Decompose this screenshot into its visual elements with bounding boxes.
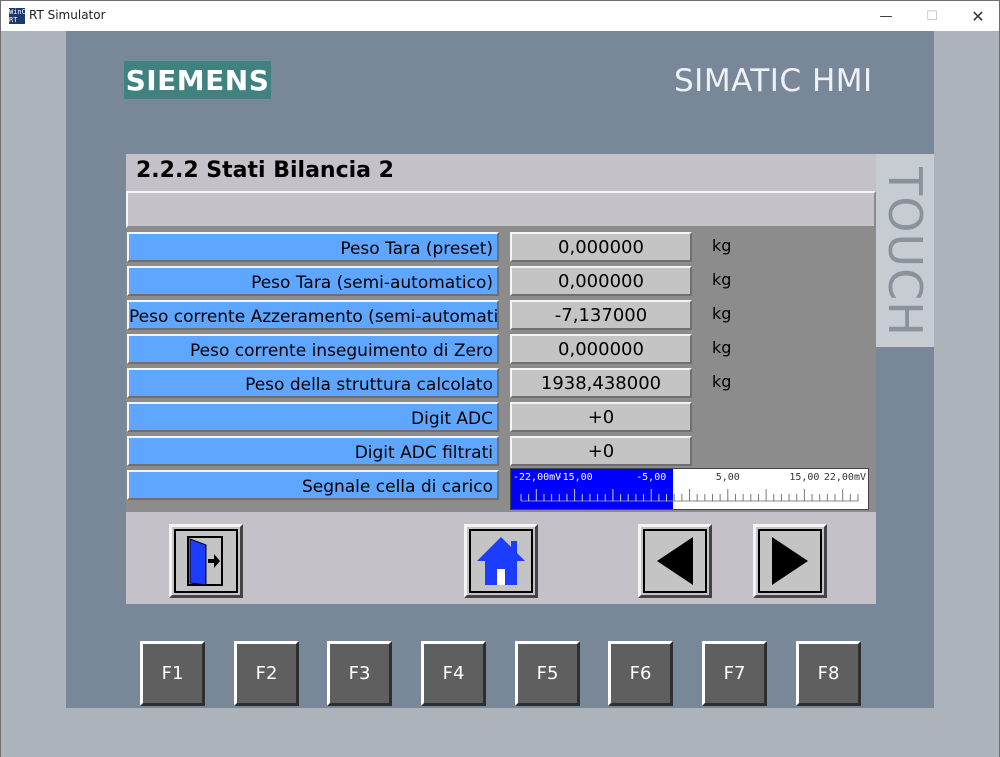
value-peso-tara-preset[interactable]: 0,000000 <box>510 232 692 262</box>
screen-title: 2.2.2 Stati Bilancia 2 <box>136 158 394 183</box>
value-peso-azzeramento[interactable]: -7,137000 <box>510 300 692 330</box>
function-key-f1[interactable]: F1 <box>140 641 205 706</box>
bargraph-tick-label: 15,00 <box>789 472 819 483</box>
hmi-panel: SIEMENS SIMATIC HMI TOUCH 2.2.2 Stati Bi… <box>66 31 934 708</box>
value-peso-struttura[interactable]: 1938,438000 <box>510 368 692 398</box>
simatic-hmi-label: SIMATIC HMI <box>674 63 873 99</box>
label-segnale-cella: Segnale cella di carico <box>127 470 499 500</box>
simulator-background: SIEMENS SIMATIC HMI TOUCH 2.2.2 Stati Bi… <box>1 31 999 757</box>
unit-inseguimento-zero: kg <box>712 338 732 357</box>
close-button[interactable]: ✕ <box>955 1 1000 31</box>
title-bar: WinCC RT RT Simulator — ☐ ✕ <box>1 1 999 31</box>
function-key-f2[interactable]: F2 <box>234 641 299 706</box>
navigation-bar <box>126 516 876 604</box>
touch-label-text: TOUCH <box>878 167 932 337</box>
value-inseguimento-zero[interactable]: 0,000000 <box>510 334 692 364</box>
bargraph-tick-label: 22,00mV <box>824 472 866 483</box>
siemens-logo: SIEMENS <box>124 61 271 99</box>
value-peso-tara-semi[interactable]: 0,000000 <box>510 266 692 296</box>
arrow-right-icon <box>758 529 822 593</box>
function-key-f6[interactable]: F6 <box>608 641 673 706</box>
hmi-screen: 2.2.2 Stati Bilancia 2 Peso Tara (preset… <box>126 154 876 604</box>
label-peso-struttura: Peso della struttura calcolato <box>127 368 499 398</box>
label-peso-tara-semi: Peso Tara (semi-automatico) <box>127 266 499 296</box>
value-digit-adc-filtrati[interactable]: +0 <box>510 436 692 466</box>
bargraph-tick-label: -15,00 <box>557 472 593 483</box>
simulator-window: WinCC RT RT Simulator — ☐ ✕ SIEMENS SIMA… <box>0 0 1000 757</box>
function-key-f8[interactable]: F8 <box>796 641 861 706</box>
function-key-f5[interactable]: F5 <box>515 641 580 706</box>
maximize-button[interactable]: ☐ <box>909 1 955 31</box>
label-peso-azzeramento: Peso corrente Azzeramento (semi-automati… <box>127 300 499 330</box>
bargraph-tick-label: 5,00 <box>716 472 740 483</box>
home-button[interactable] <box>464 524 538 598</box>
bargraph-scale: -22,00mV-15,00 -5,00 5,00 15,00 22,00mV <box>513 472 866 502</box>
unit-peso-azzeramento: kg <box>712 304 732 323</box>
label-peso-tara-preset: Peso Tara (preset) <box>127 232 499 262</box>
signal-bargraph: -22,00mV -15,00 -5,00 5,00 15,00 22,00mV <box>510 468 869 510</box>
message-bar <box>126 191 876 228</box>
exit-door-icon <box>174 529 238 593</box>
arrow-left-icon <box>643 529 707 593</box>
window-title: RT Simulator <box>29 8 106 22</box>
home-icon <box>469 529 533 593</box>
unit-peso-tara-semi: kg <box>712 270 732 289</box>
value-digit-adc[interactable]: +0 <box>510 402 692 432</box>
unit-peso-tara-preset: kg <box>712 236 732 255</box>
bargraph-tick-label: -22,00mV <box>513 472 561 483</box>
function-key-f4[interactable]: F4 <box>421 641 486 706</box>
exit-button[interactable] <box>169 524 243 598</box>
bargraph-tick-label: -5,00 <box>636 472 666 483</box>
function-key-f3[interactable]: F3 <box>327 641 392 706</box>
touch-label: TOUCH <box>876 157 934 347</box>
function-key-f7[interactable]: F7 <box>702 641 767 706</box>
label-digit-adc: Digit ADC <box>127 402 499 432</box>
app-icon: WinCC RT <box>9 8 25 24</box>
unit-peso-struttura: kg <box>712 372 732 391</box>
label-digit-adc-filtrati: Digit ADC filtrati <box>127 436 499 466</box>
previous-button[interactable] <box>638 524 712 598</box>
minimize-button[interactable]: — <box>863 1 909 31</box>
label-inseguimento-zero: Peso corrente inseguimento di Zero <box>127 334 499 364</box>
next-button[interactable] <box>753 524 827 598</box>
